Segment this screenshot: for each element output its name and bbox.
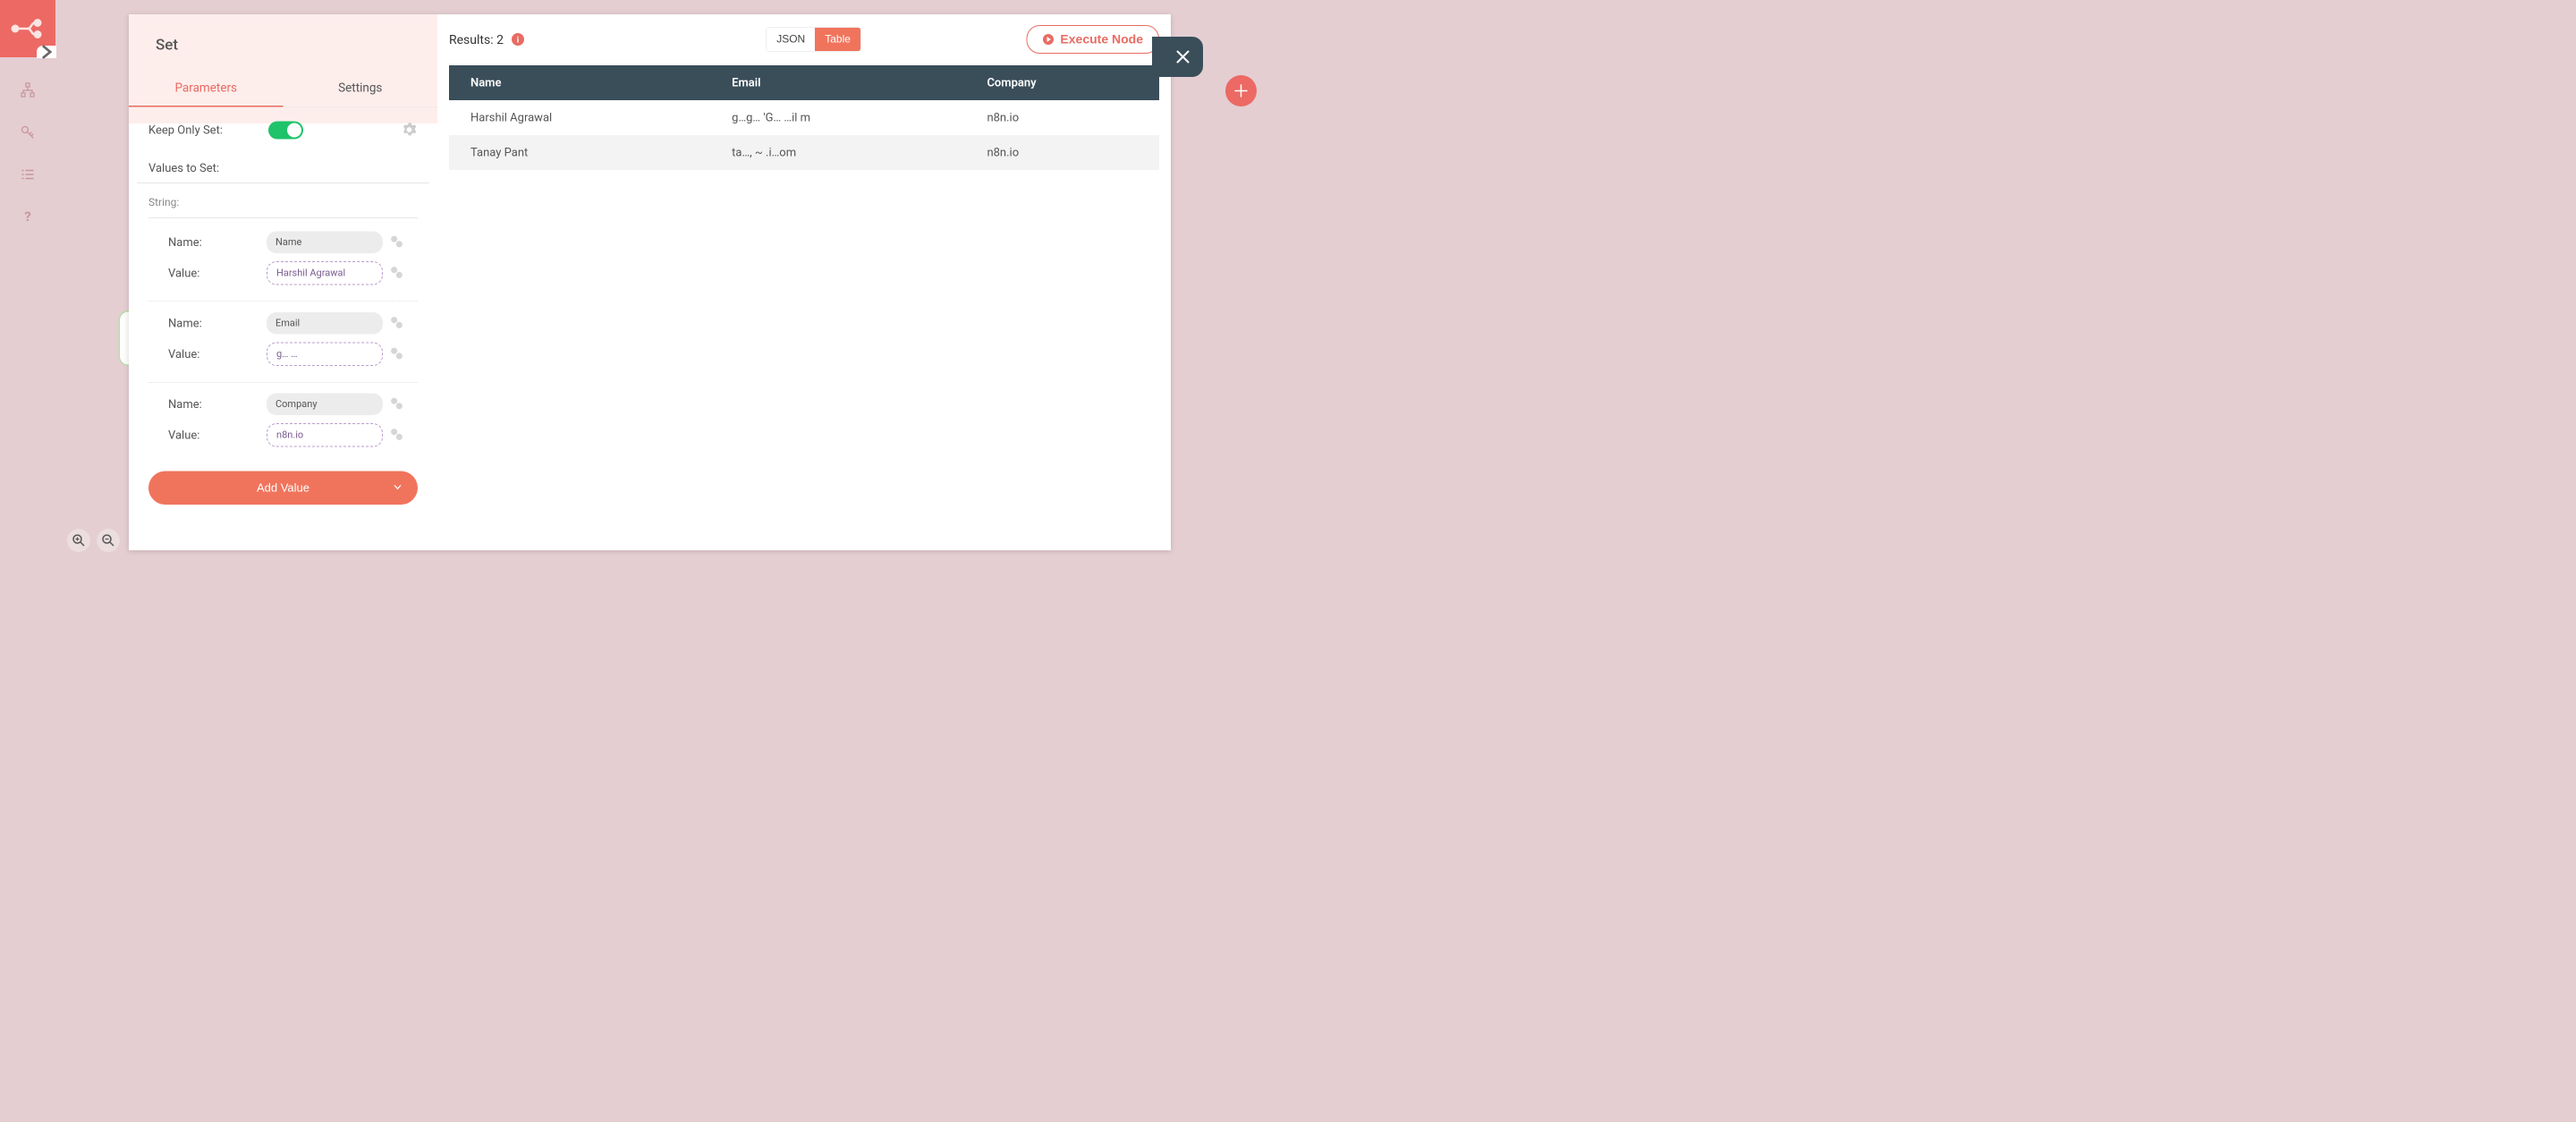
field-options-icon[interactable] [389, 234, 404, 251]
field-group: Name: Name Value: Harshil Agrawal [148, 229, 418, 302]
results-panel: Results: 2 i JSON Table Execute Node Nam… [437, 14, 1171, 550]
tab-parameters[interactable]: Parameters [129, 69, 284, 106]
sidebar-expand-toggle[interactable] [37, 46, 56, 58]
form-area: Keep Only Set: Values to Set: String: Na… [129, 107, 437, 551]
field-name-label: Name: [168, 317, 267, 330]
field-name-input[interactable]: Email [267, 312, 383, 335]
chevron-down-icon [393, 481, 402, 496]
field-name-label: Name: [168, 397, 267, 411]
node-editor-modal: Set Parameters Settings Keep Only Set: V… [129, 14, 1171, 550]
info-icon[interactable]: i [512, 33, 524, 46]
node-title: Set [129, 14, 437, 69]
field-value-label: Value: [168, 267, 267, 280]
field-name-input[interactable]: Company [267, 394, 383, 416]
field-options-icon[interactable] [389, 345, 404, 362]
help-icon[interactable]: ? [19, 208, 37, 225]
zoom-out-button[interactable] [97, 529, 120, 552]
zoom-controls [67, 529, 120, 552]
field-value-label: Value: [168, 429, 267, 442]
keep-only-set-row: Keep Only Set: [148, 122, 418, 140]
execute-node-label: Execute Node [1060, 32, 1143, 47]
add-node-button[interactable] [1225, 75, 1257, 106]
close-button[interactable] [1163, 37, 1203, 77]
view-table-button[interactable]: Table [815, 28, 860, 51]
parameters-panel: Set Parameters Settings Keep Only Set: V… [129, 14, 437, 550]
tab-settings[interactable]: Settings [284, 69, 438, 106]
zoom-in-button[interactable] [67, 529, 90, 552]
field-value-input[interactable]: g… … [267, 343, 383, 367]
field-name-label: Name: [168, 235, 267, 249]
results-table: Name Email Company Harshil Agrawal g…g… … [449, 65, 1159, 170]
col-header: Company [965, 65, 1159, 100]
credentials-icon[interactable] [19, 123, 37, 141]
table-row: Harshil Agrawal g…g… 'G… …il m n8n.io [449, 100, 1159, 135]
col-header: Name [449, 65, 710, 100]
keep-only-set-toggle[interactable] [268, 122, 303, 140]
execute-node-button[interactable]: Execute Node [1026, 25, 1159, 54]
keep-only-set-label: Keep Only Set: [148, 123, 223, 137]
field-value-label: Value: [168, 347, 267, 361]
logo [0, 0, 55, 57]
values-to-set-heading: Values to Set: [137, 150, 429, 184]
field-options-icon[interactable] [389, 265, 404, 282]
view-toggle: JSON Table [767, 28, 861, 52]
results-header: Results: 2 i JSON Table Execute Node [449, 25, 1159, 54]
field-group: Name: Email Value: g… … [148, 310, 418, 383]
field-value-input[interactable]: n8n.io [267, 423, 383, 447]
table-row: Tanay Pant ta…, ~ .i…om n8n.io [449, 135, 1159, 170]
field-name-input[interactable]: Name [267, 232, 383, 254]
panel-tabs: Parameters Settings [129, 69, 437, 107]
field-group: Name: Company Value: n8n.io [148, 391, 418, 463]
col-header: Email [710, 65, 965, 100]
svg-text:?: ? [24, 208, 30, 225]
param-options-icon[interactable] [402, 123, 418, 139]
workflows-icon[interactable] [19, 81, 37, 99]
view-json-button[interactable]: JSON [767, 28, 815, 51]
results-count: Results: 2 [449, 32, 504, 47]
executions-icon[interactable] [19, 166, 37, 183]
field-value-input[interactable]: Harshil Agrawal [267, 261, 383, 285]
field-options-icon[interactable] [389, 427, 404, 444]
field-options-icon[interactable] [389, 315, 404, 332]
add-value-button[interactable]: Add Value [148, 472, 418, 506]
field-options-icon[interactable] [389, 395, 404, 412]
string-section-heading: String: [148, 196, 418, 218]
add-value-label: Add Value [257, 481, 309, 495]
left-sidebar: ? [0, 0, 55, 561]
